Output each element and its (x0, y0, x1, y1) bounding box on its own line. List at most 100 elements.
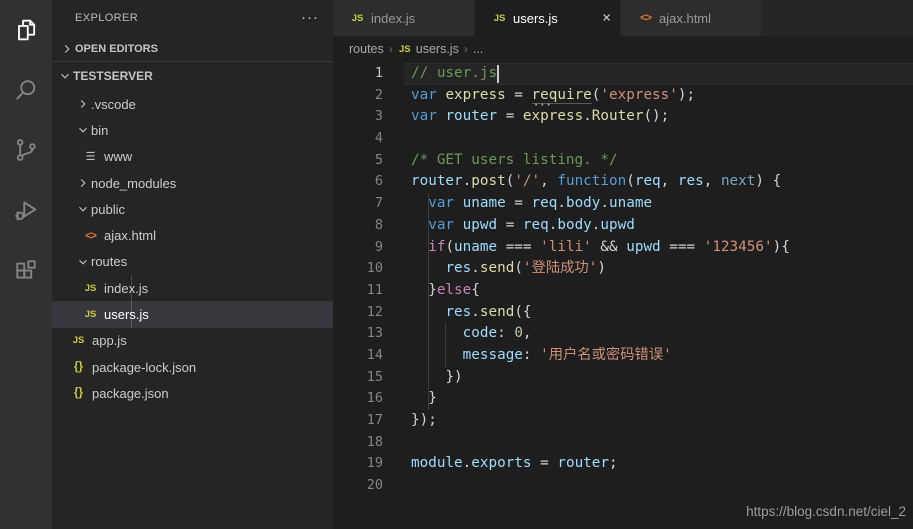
js-icon: JS (82, 283, 99, 294)
chevron-right-icon (74, 175, 91, 191)
activity-item-run-debug[interactable] (0, 180, 52, 240)
code-line: 2var express = require('express'); (333, 85, 913, 107)
code-token: '/' (514, 173, 540, 189)
code-token (411, 390, 428, 406)
activity-item-source-control[interactable] (0, 120, 52, 180)
code-text: res.send({ (383, 302, 532, 324)
tree-item-public[interactable]: public (52, 196, 333, 222)
tree-item-.vscode[interactable]: .vscode (52, 91, 333, 117)
line-number: 6 (333, 171, 383, 193)
tree-item-www[interactable]: ☰www (52, 144, 333, 170)
code-token: // user.js (411, 65, 497, 81)
code-token: . (583, 108, 592, 124)
line-number: 5 (333, 150, 383, 172)
line-number: 18 (333, 432, 383, 454)
code-token: router (557, 455, 609, 471)
list-icon: ☰ (82, 150, 99, 163)
close-icon[interactable]: × (602, 11, 611, 26)
line-number: 13 (333, 323, 383, 345)
breadcrumb-item[interactable]: routes (349, 42, 384, 56)
activity-item-extensions[interactable] (0, 240, 52, 300)
code-token: === (497, 239, 540, 255)
code-text: var upwd = req.body.upwd (383, 215, 635, 237)
text-cursor (497, 65, 499, 83)
breadcrumb-separator-icon: › (389, 42, 393, 56)
breadcrumb-item[interactable]: ... (473, 42, 483, 56)
tree-item-label: routes (91, 254, 127, 269)
line-number: 4 (333, 128, 383, 150)
tree-item-users.js[interactable]: JSusers.js (52, 301, 333, 327)
code-text: code: 0, (383, 323, 532, 345)
tree-item-label: ajax.html (104, 228, 156, 243)
code-line: 18 (333, 432, 913, 454)
tree-item-index.js[interactable]: JSindex.js (52, 275, 333, 301)
activity-item-search[interactable] (0, 60, 52, 120)
code-editor[interactable]: 1 // user.js 2var express = require('expre… (333, 63, 913, 529)
tree-item-app.js[interactable]: JS app.js (52, 328, 333, 354)
html-icon: <> (638, 12, 653, 24)
code-token: var (411, 108, 445, 124)
editor-group: JSindex.js JSusers.js × <> ajax.html routes ›… (333, 0, 913, 529)
code-text: var uname = req.body.uname (383, 193, 652, 215)
code-token: function (557, 173, 626, 189)
tree-item-node_modules[interactable]: node_modules (52, 170, 333, 196)
code-token: post (471, 173, 505, 189)
workspace-root-section[interactable]: TESTSERVER (52, 62, 333, 90)
code-text: router.post('/', function(req, res, next… (383, 171, 781, 193)
code-text: } (383, 388, 437, 410)
code-token: = (532, 455, 558, 471)
tree-item-label: node_modules (91, 176, 176, 191)
breadcrumb-separator-icon: › (464, 42, 468, 56)
tree-item-label: package.json (92, 386, 169, 401)
tree-item-label: app.js (92, 333, 127, 348)
code-token: . (471, 260, 480, 276)
code-token: var (428, 195, 462, 211)
code-token: req (523, 217, 549, 233)
more-actions-icon[interactable]: ··· (301, 13, 319, 23)
tree-item-package-lock.json[interactable]: {}package-lock.json (52, 354, 333, 380)
activity-item-explorer[interactable] (0, 0, 52, 60)
chevron-right-icon (74, 96, 91, 112)
tab-ajax.html[interactable]: <> ajax.html (621, 0, 762, 36)
tab-label: users.js (513, 11, 558, 26)
code-text: }else{ (383, 280, 480, 302)
tab-users.js[interactable]: JSusers.js× (475, 0, 621, 36)
code-token: 0 (514, 325, 523, 341)
code-token: . (557, 195, 566, 211)
tree-item-ajax.html[interactable]: <> ajax.html (52, 222, 333, 248)
code-line: 9 if(uname === 'lili' && upwd === '12345… (333, 237, 913, 259)
code-text: }); (383, 410, 437, 432)
tab-index.js[interactable]: JSindex.js (333, 0, 475, 36)
tree-item-routes[interactable]: routes (52, 249, 333, 275)
code-token: upwd (600, 217, 634, 233)
code-line: 8 var upwd = req.body.upwd (333, 215, 913, 237)
code-token: ; (609, 455, 618, 471)
tree-item-bin[interactable]: bin (52, 117, 333, 143)
line-number: 2 (333, 85, 383, 107)
code-token: message (463, 347, 523, 363)
tree-item-label: public (91, 202, 125, 217)
line-number: 12 (333, 302, 383, 324)
html-icon: <> (82, 230, 99, 242)
code-token: res (445, 304, 471, 320)
chevron-down-icon (74, 254, 91, 270)
code-line: 19module.exports = router; (333, 453, 913, 475)
code-line: 15 }) (333, 367, 913, 389)
line-number: 1 (333, 63, 383, 85)
code-token (411, 369, 445, 385)
code-token: , (704, 173, 721, 189)
extensions-icon (12, 256, 40, 284)
js-icon: JS (70, 335, 87, 346)
code-token: else (437, 282, 471, 298)
tree-item-package.json[interactable]: {}package.json (52, 380, 333, 406)
code-token (411, 260, 445, 276)
open-editors-section[interactable]: OPEN EDITORS (52, 36, 333, 61)
code-text (383, 432, 411, 454)
code-line: 16 } (333, 388, 913, 410)
code-line: 3var router = express.Router(); (333, 106, 913, 128)
tab-label: ajax.html (659, 11, 711, 26)
code-token: req (635, 173, 661, 189)
breadcrumb-item[interactable]: JSusers.js (398, 42, 459, 56)
code-token: ( (514, 260, 523, 276)
vscode-window: EXPLORER ··· OPEN EDITORS TESTSERVER .vs… (0, 0, 913, 529)
